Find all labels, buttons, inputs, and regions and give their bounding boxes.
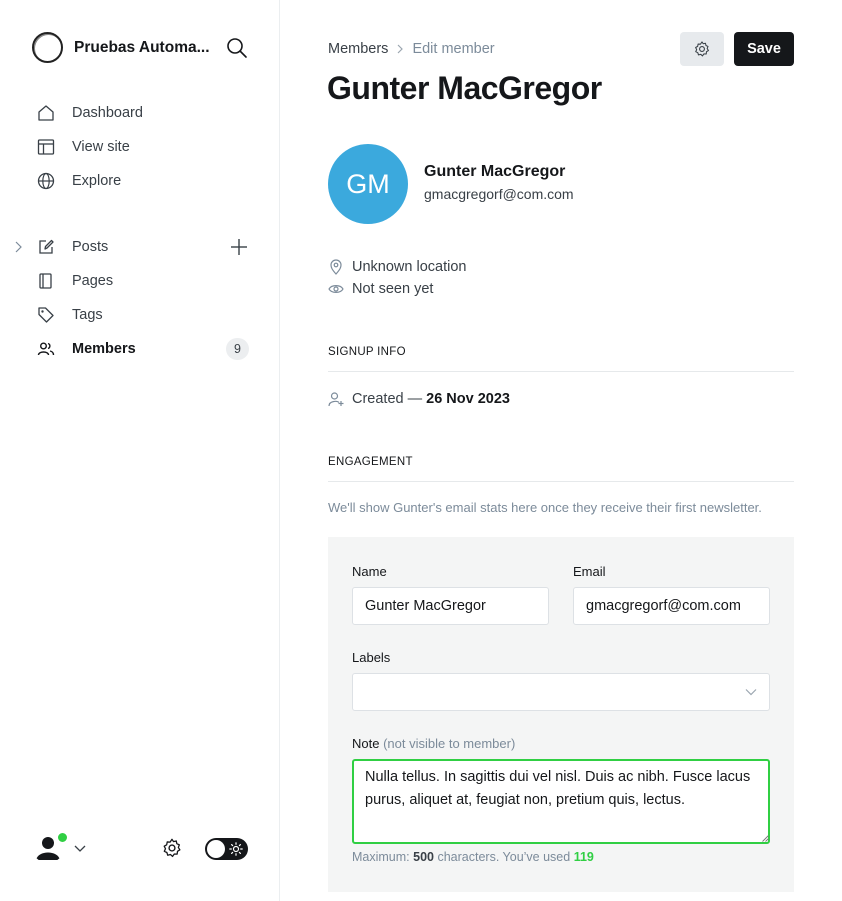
sidebar-item-tags[interactable]: Tags <box>0 298 280 332</box>
created-row: Created — 26 Nov 2023 <box>328 391 510 407</box>
name-input[interactable] <box>352 587 549 625</box>
sidebar-item-dashboard[interactable]: Dashboard <box>0 96 280 130</box>
sidebar-item-label: Dashboard <box>72 105 143 121</box>
note-hint: (not visible to member) <box>383 736 516 751</box>
note-label: Note <box>352 736 380 751</box>
toggle-knob <box>207 840 225 858</box>
sidebar-item-label: View site <box>72 139 130 155</box>
location-text: Unknown location <box>352 259 467 275</box>
note-textarea[interactable]: Nulla tellus. In sagittis dui vel nisl. … <box>352 759 770 844</box>
member-name: Gunter MacGregor <box>424 163 566 180</box>
labels-select[interactable] <box>352 673 770 711</box>
divider <box>328 371 794 372</box>
sidebar-item-explore[interactable]: Explore <box>0 164 280 198</box>
chevron-down-icon <box>745 689 757 696</box>
sidebar-footer <box>0 826 280 870</box>
site-brand[interactable]: Pruebas Automa... <box>32 32 214 63</box>
labels-label: Labels <box>352 650 391 665</box>
dark-mode-toggle[interactable] <box>205 838 248 860</box>
email-label: Email <box>573 564 606 579</box>
online-status-dot <box>57 832 68 843</box>
last-seen-text: Not seen yet <box>352 281 434 297</box>
settings-gear-icon[interactable] <box>161 837 183 859</box>
member-location: Unknown location <box>328 259 466 275</box>
member-email: gmacgregorf@com.com <box>424 186 574 202</box>
pencil-square-icon <box>39 239 54 254</box>
sidebar-item-members[interactable]: Members 9 <box>0 332 280 366</box>
used-text: characters. You’ve used <box>437 850 571 864</box>
email-input[interactable] <box>573 587 770 625</box>
tag-icon <box>38 307 54 323</box>
used-chars: 119 <box>573 850 594 864</box>
home-icon <box>38 105 54 121</box>
search-icon[interactable] <box>226 37 248 59</box>
engagement-note: We'll show Gunter's email stats here onc… <box>328 500 762 515</box>
created-date: 26 Nov 2023 <box>426 391 510 407</box>
page-title: Gunter MacGregor <box>327 70 602 106</box>
name-label: Name <box>352 564 387 579</box>
members-count-badge: 9 <box>226 338 249 360</box>
sidebar-item-label: Members <box>72 341 136 357</box>
location-pin-icon <box>330 259 342 275</box>
sidebar-item-label: Tags <box>72 307 103 323</box>
sidebar-item-view-site[interactable]: View site <box>0 130 280 164</box>
members-icon <box>37 342 55 356</box>
resize-handle-icon[interactable] <box>762 835 769 842</box>
breadcrumb-current: Edit member <box>412 41 495 57</box>
created-label: Created — <box>352 391 423 407</box>
sidebar: Pruebas Automa... Dashboard View site Ex… <box>0 0 280 901</box>
chevron-right-icon[interactable] <box>13 241 23 253</box>
chevron-down-icon[interactable] <box>73 843 87 853</box>
add-post-icon[interactable] <box>229 237 249 257</box>
sidebar-item-label: Explore <box>72 173 122 189</box>
note-label-row: Note (not visible to member) <box>352 736 515 751</box>
sidebar-item-pages[interactable]: Pages <box>0 264 280 298</box>
eye-icon <box>328 285 344 293</box>
sidebar-item-label: Pages <box>72 273 114 289</box>
member-settings-button[interactable] <box>680 32 724 66</box>
breadcrumb-members-link[interactable]: Members <box>328 41 388 57</box>
breadcrumb: Members Edit member <box>328 41 495 57</box>
character-count: Maximum: 500 characters. You’ve used 119 <box>352 850 594 864</box>
save-button[interactable]: Save <box>734 32 794 66</box>
sidebar-item-label: Posts <box>72 239 109 255</box>
gear-icon <box>695 41 709 57</box>
member-form: Name Email Labels Note (not visible to m… <box>328 537 794 892</box>
user-add-icon <box>328 392 344 407</box>
signup-info-heading: SIGNUP INFO <box>328 346 406 358</box>
max-chars: 500 <box>413 850 434 864</box>
sidebar-item-posts[interactable]: Posts <box>0 230 280 264</box>
member-avatar: GM <box>328 144 408 224</box>
max-prefix: Maximum: <box>352 850 410 864</box>
globe-icon <box>37 172 55 190</box>
layout-icon <box>37 139 55 155</box>
sun-icon <box>229 842 243 856</box>
member-last-seen: Not seen yet <box>328 281 433 297</box>
app-window: Pruebas Automa... Dashboard View site Ex… <box>0 0 842 901</box>
site-name: Pruebas Automa... <box>74 38 210 56</box>
main-content: Members Edit member Save Gunter MacGrego… <box>280 0 842 901</box>
site-logo <box>32 32 63 63</box>
engagement-heading: ENGAGEMENT <box>328 456 413 468</box>
divider <box>328 481 794 482</box>
pages-icon <box>39 273 52 289</box>
chevron-right-icon <box>398 44 404 54</box>
